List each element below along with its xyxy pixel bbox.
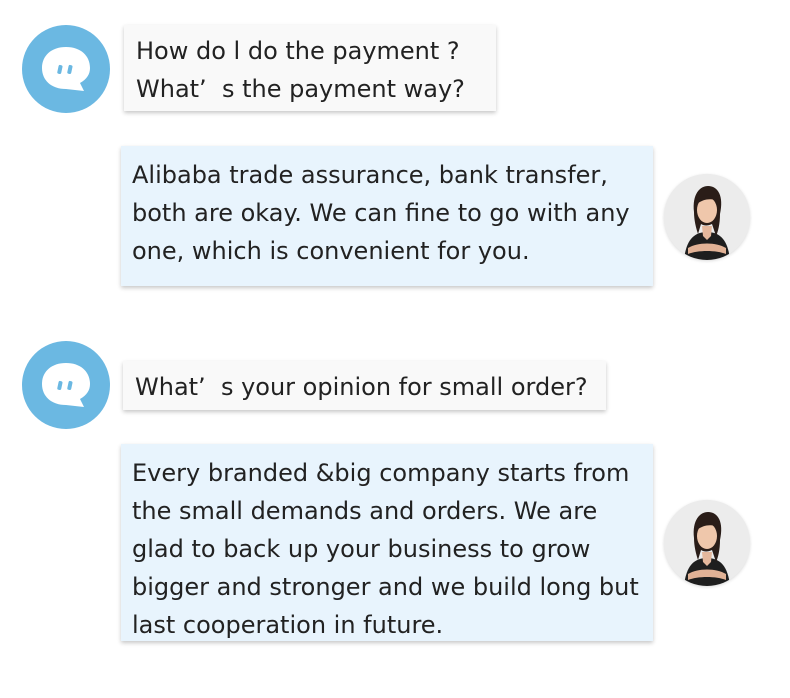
message-text: Every branded &big company starts from t… bbox=[132, 459, 639, 639]
woman-portrait-icon bbox=[664, 500, 750, 586]
message-text: How do l do the payment ? What’ s the pa… bbox=[136, 37, 465, 103]
woman-portrait-icon bbox=[664, 174, 750, 260]
agent-avatar bbox=[664, 174, 750, 260]
chat-bubble-icon bbox=[42, 47, 90, 91]
customer-avatar bbox=[22, 25, 110, 113]
agent-avatar bbox=[664, 500, 750, 586]
chat-bubble-icon bbox=[42, 363, 90, 407]
message-text: What’ s your opinion for small order? bbox=[135, 373, 588, 401]
message-text: Alibaba trade assurance, bank transfer, … bbox=[132, 161, 630, 265]
customer-message: How do l do the payment ? What’ s the pa… bbox=[124, 25, 496, 111]
customer-message: What’ s your opinion for small order? bbox=[123, 361, 606, 410]
customer-avatar bbox=[22, 341, 110, 429]
agent-message: Alibaba trade assurance, bank transfer, … bbox=[121, 146, 653, 286]
agent-message: Every branded &big company starts from t… bbox=[121, 444, 653, 641]
